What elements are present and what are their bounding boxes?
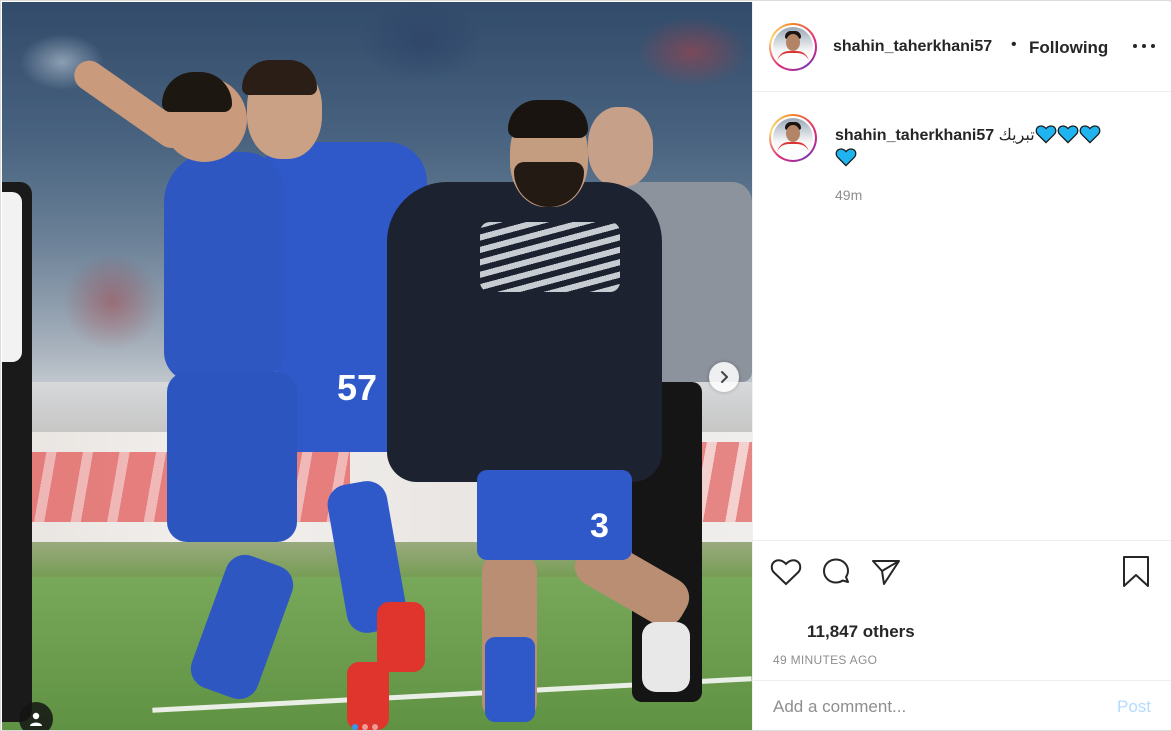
photo-coach-head bbox=[588, 107, 653, 187]
photo-player1-shorts bbox=[167, 372, 297, 542]
heart-icon bbox=[770, 559, 802, 586]
photo-player2-number: 57 bbox=[337, 367, 378, 408]
send-icon bbox=[872, 560, 900, 585]
comment-button[interactable] bbox=[819, 555, 853, 589]
photo-player2-boot-2 bbox=[347, 662, 389, 730]
photo-referee-shirt bbox=[2, 192, 22, 362]
photo-player3-shoe bbox=[642, 622, 690, 692]
more-options-icon bbox=[1133, 44, 1137, 48]
photo-player1 bbox=[164, 152, 284, 382]
carousel-indicator bbox=[352, 724, 378, 730]
caption-text-block: shahin_taherkhani57 تبريك bbox=[835, 124, 1145, 170]
more-options-button[interactable] bbox=[1133, 34, 1155, 58]
author-avatar[interactable] bbox=[769, 23, 817, 71]
post-photo[interactable]: 57 3 bbox=[2, 2, 752, 730]
carousel-dot bbox=[372, 724, 378, 730]
caption-author-avatar[interactable] bbox=[769, 114, 817, 162]
caption-text: تبريك bbox=[998, 127, 1035, 144]
comment-icon bbox=[823, 558, 849, 584]
photo-player3-number: 3 bbox=[590, 507, 609, 545]
blue-heart-icon bbox=[1079, 125, 1101, 144]
post-timestamp[interactable]: 49 MINUTES AGO bbox=[773, 653, 877, 667]
chevron-right-icon bbox=[721, 371, 728, 383]
post-comment-button[interactable]: Post bbox=[1117, 697, 1151, 717]
post-side-panel: shahin_taherkhani57 • Following shahin_t… bbox=[752, 2, 1171, 730]
carousel-dot bbox=[362, 724, 368, 730]
photo-player3-jacket-stripes bbox=[480, 222, 620, 292]
post-actions-bar bbox=[753, 540, 1171, 600]
like-button[interactable] bbox=[769, 555, 803, 589]
following-button[interactable]: Following bbox=[1029, 38, 1108, 58]
caption-timestamp[interactable]: 49m bbox=[835, 187, 862, 203]
blue-heart-icon bbox=[1057, 125, 1079, 144]
photo-player3-hair bbox=[508, 100, 588, 138]
carousel-next-button[interactable] bbox=[709, 362, 739, 392]
likes-count[interactable]: 11,847 others bbox=[807, 622, 915, 642]
post-dialog: 57 3 shahin_taherkhani57 • Following sha… bbox=[0, 0, 1171, 731]
blue-heart-icon bbox=[835, 148, 857, 167]
carousel-dot-active bbox=[352, 724, 358, 730]
photo-player3-sock bbox=[485, 637, 535, 722]
caption-username-link[interactable]: shahin_taherkhani57 bbox=[835, 127, 994, 144]
user-tag-icon bbox=[30, 712, 42, 726]
comment-input[interactable] bbox=[773, 695, 1093, 719]
save-button[interactable] bbox=[1119, 555, 1153, 589]
author-username-link[interactable]: shahin_taherkhani57 bbox=[833, 38, 992, 56]
photo-player2-hair bbox=[242, 60, 317, 95]
add-comment-bar: Post bbox=[753, 680, 1171, 731]
bookmark-icon bbox=[1123, 556, 1149, 587]
header-separator: • bbox=[1011, 36, 1017, 53]
photo-player2-boot bbox=[377, 602, 425, 672]
user-tag-button[interactable] bbox=[19, 702, 53, 730]
post-header: shahin_taherkhani57 • Following bbox=[753, 2, 1171, 92]
share-button[interactable] bbox=[869, 555, 903, 589]
blue-heart-icon bbox=[1035, 125, 1057, 144]
